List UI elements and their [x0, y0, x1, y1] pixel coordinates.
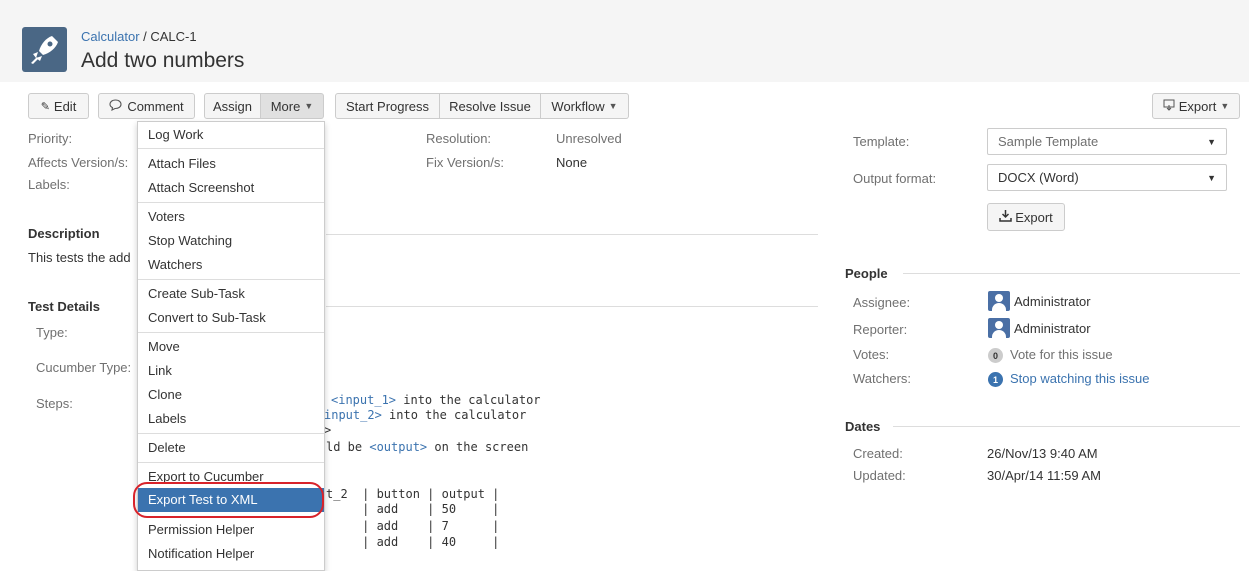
votes-count-badge: 0: [988, 348, 1003, 363]
step-line: ld be <output> on the screen: [326, 440, 529, 454]
reporter-label: Reporter:: [853, 322, 908, 337]
workflow-group: Start Progress Resolve Issue Workflow ▼: [335, 93, 629, 119]
annotation-highlight-ring: [133, 482, 324, 518]
step-line: <input_1> into the calculator: [331, 393, 541, 407]
examples-table-row: | add | 7 |: [326, 519, 500, 533]
export-dropdown-button[interactable]: Export ▼: [1152, 93, 1240, 119]
project-logo[interactable]: [22, 27, 67, 72]
comment-button[interactable]: Comment: [98, 93, 195, 119]
divider: [893, 426, 1240, 427]
cucumber-type-label: Cucumber Type:: [36, 360, 132, 375]
votes-label: Votes:: [853, 347, 890, 362]
start-progress-button[interactable]: Start Progress: [335, 93, 440, 119]
caret-down-icon: ▼: [1207, 136, 1216, 147]
breadcrumb-project[interactable]: Calculator: [81, 29, 140, 44]
created-value: 26/Nov/13 9:40 AM: [987, 446, 1098, 461]
menu-separator: [138, 332, 324, 333]
menu-item-watchers[interactable]: Watchers: [148, 257, 202, 272]
assign-more-group: Assign More ▼: [204, 93, 324, 119]
menu-separator: [138, 462, 324, 463]
template-label: Template:: [853, 134, 910, 149]
examples-table-row: | add | 40 |: [326, 535, 500, 549]
menu-item-attach-files[interactable]: Attach Files: [148, 156, 216, 171]
watchers-count-badge[interactable]: 1: [988, 372, 1003, 387]
reporter-name[interactable]: Administrator: [1014, 321, 1091, 336]
dates-heading: Dates: [845, 419, 881, 434]
fix-version-value: None: [556, 155, 588, 170]
menu-separator: [138, 433, 324, 434]
menu-item-convert-to-sub-task[interactable]: Convert to Sub-Task: [148, 310, 266, 325]
labels-label: Labels:: [28, 177, 70, 192]
examples-table-row: t_2 | button | output |: [326, 487, 500, 501]
divider: [903, 273, 1240, 274]
menu-item-labels[interactable]: Labels: [148, 411, 186, 426]
assignee-label: Assignee:: [853, 295, 911, 310]
breadcrumb-issue-key[interactable]: CALC-1: [150, 29, 196, 44]
edit-button[interactable]: ✎ Edit: [28, 93, 89, 119]
more-button[interactable]: More ▼: [261, 93, 324, 119]
fix-version-label: Fix Version/s:: [426, 155, 505, 170]
assignee-name[interactable]: Administrator: [1014, 294, 1091, 309]
download-icon: [999, 209, 1012, 225]
output-format-label: Output format:: [853, 171, 937, 186]
menu-item-move[interactable]: Move: [148, 339, 180, 354]
caret-down-icon: ▼: [1220, 101, 1230, 111]
resolution-value: Unresolved: [556, 131, 622, 146]
export-button[interactable]: Export: [987, 203, 1065, 231]
menu-item-clone[interactable]: Clone: [148, 387, 182, 402]
people-heading: People: [845, 266, 888, 281]
menu-item-log-work[interactable]: Log Work: [148, 127, 203, 142]
menu-separator: [138, 279, 324, 280]
breadcrumb: Calculator / CALC-1: [81, 29, 197, 44]
menu-separator: [138, 148, 324, 149]
watchers-label: Watchers:: [853, 371, 912, 386]
menu-item-notification-helper[interactable]: Notification Helper: [148, 546, 254, 561]
priority-label: Priority:: [28, 131, 73, 146]
assign-button[interactable]: Assign: [204, 93, 261, 119]
divider: [326, 306, 818, 307]
caret-down-icon: ▼: [608, 101, 618, 111]
test-details-heading: Test Details: [28, 299, 101, 314]
caret-down-icon: ▼: [1207, 172, 1216, 183]
resolution-label: Resolution:: [426, 131, 492, 146]
template-select[interactable]: Sample Template ▼: [987, 128, 1227, 155]
menu-item-create-sub-task[interactable]: Create Sub-Task: [148, 286, 245, 301]
stop-watching-link[interactable]: Stop watching this issue: [1010, 371, 1149, 386]
updated-value: 30/Apr/14 11:59 AM: [987, 468, 1101, 483]
menu-item-stop-watching[interactable]: Stop Watching: [148, 233, 232, 248]
pencil-icon: ✎: [40, 100, 50, 113]
step-line: >: [324, 423, 332, 437]
menu-item-delete[interactable]: Delete: [148, 440, 186, 455]
vote-link[interactable]: Vote for this issue: [1010, 347, 1113, 362]
export-icon: [1163, 99, 1175, 114]
step-line: input_2> into the calculator: [324, 408, 527, 422]
divider: [326, 234, 818, 235]
reporter-avatar: [988, 318, 1010, 338]
steps-label: Steps:: [36, 396, 73, 411]
rocket-icon: [31, 36, 58, 64]
affects-version-label: Affects Version/s:: [28, 155, 129, 170]
menu-separator: [138, 202, 324, 203]
type-label: Type:: [36, 325, 68, 340]
menu-item-attach-screenshot[interactable]: Attach Screenshot: [148, 180, 254, 195]
breadcrumb-separator: /: [139, 29, 151, 44]
resolve-issue-button[interactable]: Resolve Issue: [440, 93, 541, 119]
description-heading: Description: [28, 226, 100, 241]
workflow-button[interactable]: Workflow ▼: [541, 93, 629, 119]
examples-table-row: | add | 50 |: [326, 502, 500, 516]
assignee-avatar: [988, 291, 1010, 311]
menu-item-permission-helper[interactable]: Permission Helper: [148, 522, 254, 537]
created-label: Created:: [853, 446, 903, 461]
caret-down-icon: ▼: [304, 101, 314, 111]
page-title: Add two numbers: [81, 49, 245, 72]
updated-label: Updated:: [853, 468, 906, 483]
description-text: This tests the add: [28, 250, 131, 265]
menu-item-link[interactable]: Link: [148, 363, 172, 378]
comment-icon: [109, 98, 122, 114]
output-format-select[interactable]: DOCX (Word) ▼: [987, 164, 1227, 191]
menu-item-voters[interactable]: Voters: [148, 209, 185, 224]
